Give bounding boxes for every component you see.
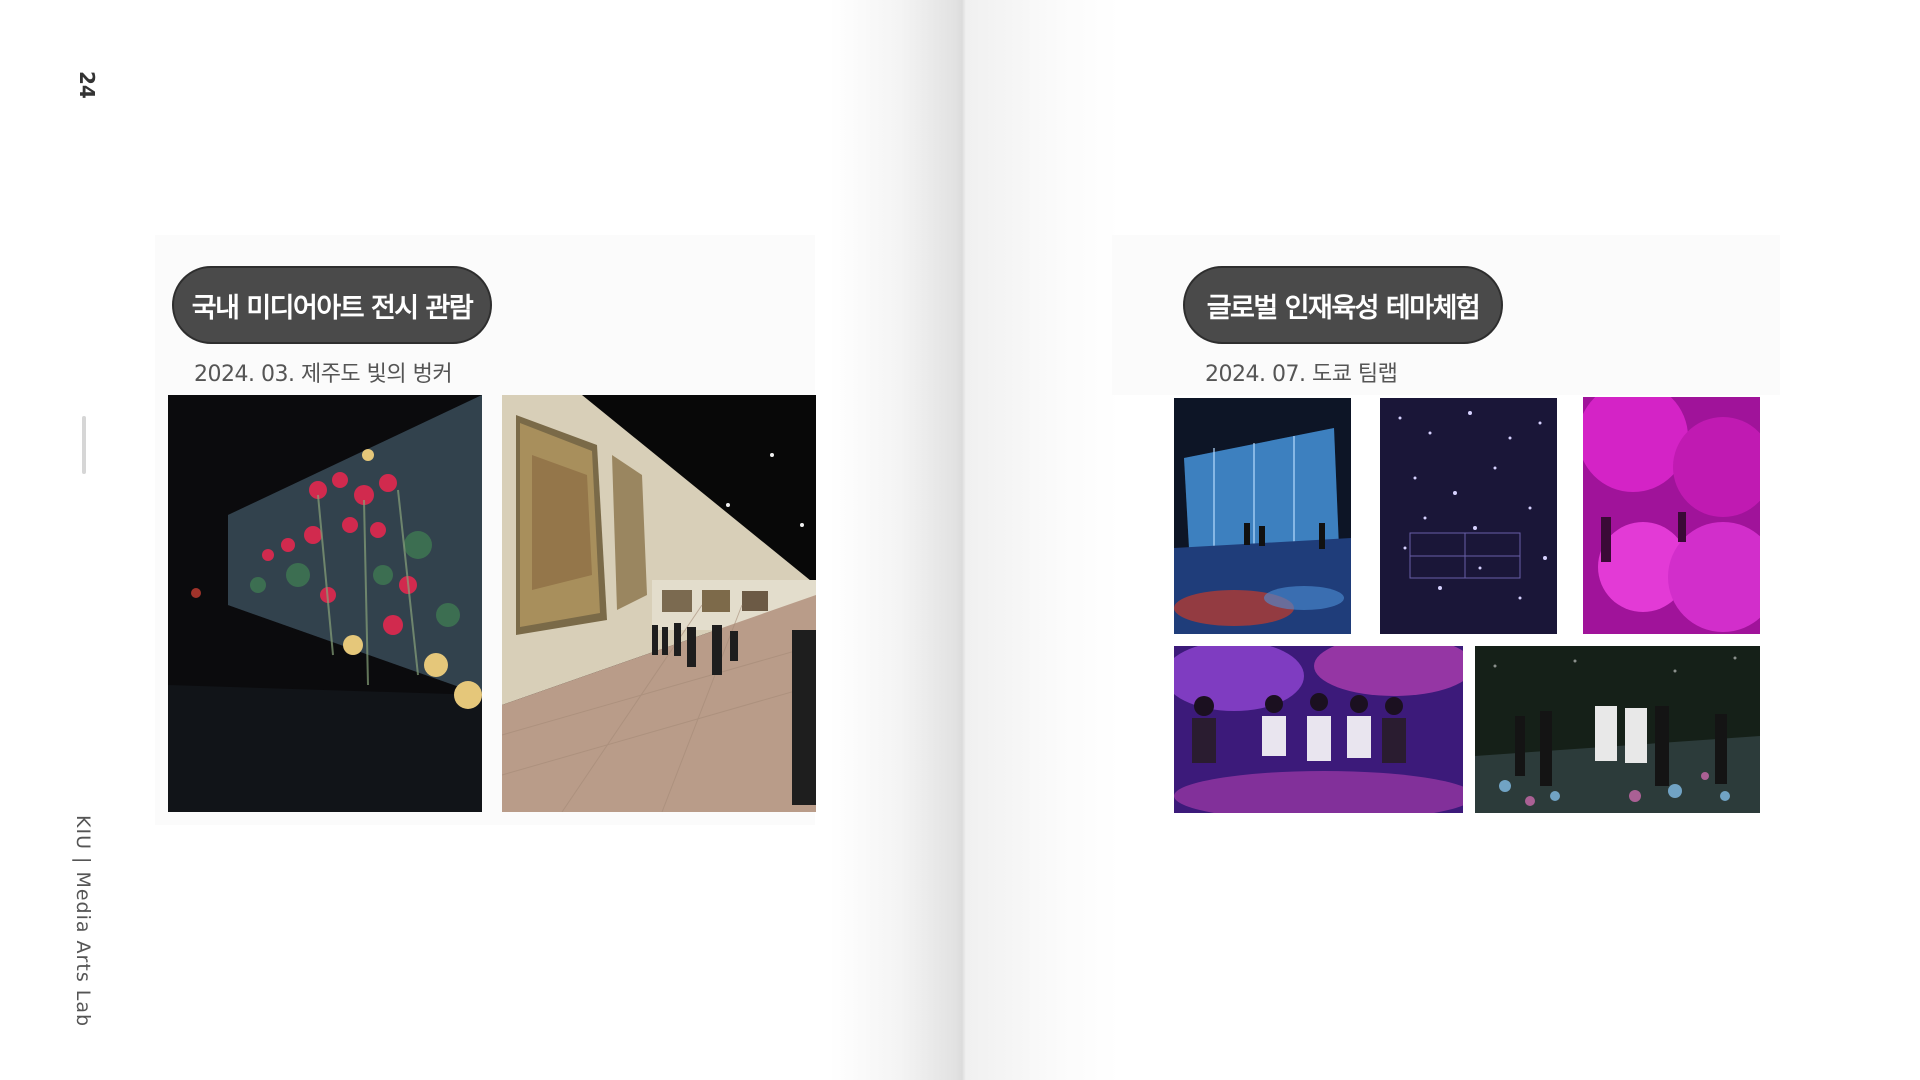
flower-projection-photo — [168, 395, 482, 812]
book-spread: 24 KIU | Media Arts Lab 국내 미디어아트 전시 관람 2… — [0, 0, 1920, 1080]
right-section-heading: 글로벌 인재육성 테마체험 — [1183, 266, 1503, 344]
light-floor-crowd-photo — [1475, 646, 1760, 813]
left-section-heading: 국내 미디어아트 전시 관람 — [172, 266, 492, 344]
side-divider — [82, 416, 86, 474]
digital-waterfall-photo — [1174, 398, 1351, 634]
right-section-caption: 2024. 07. 도쿄 팀랩 — [1205, 362, 1398, 387]
page-number: 24 — [75, 71, 99, 99]
magenta-balloon-photo — [1583, 397, 1760, 634]
lab-name: KIU | Media Arts Lab — [72, 815, 94, 1028]
left-section-caption: 2024. 03. 제주도 빛의 벙커 — [194, 362, 453, 387]
infinity-light-room-photo — [1380, 398, 1557, 634]
student-group-photo — [1174, 646, 1463, 813]
gallery-corridor-photo — [502, 395, 816, 812]
